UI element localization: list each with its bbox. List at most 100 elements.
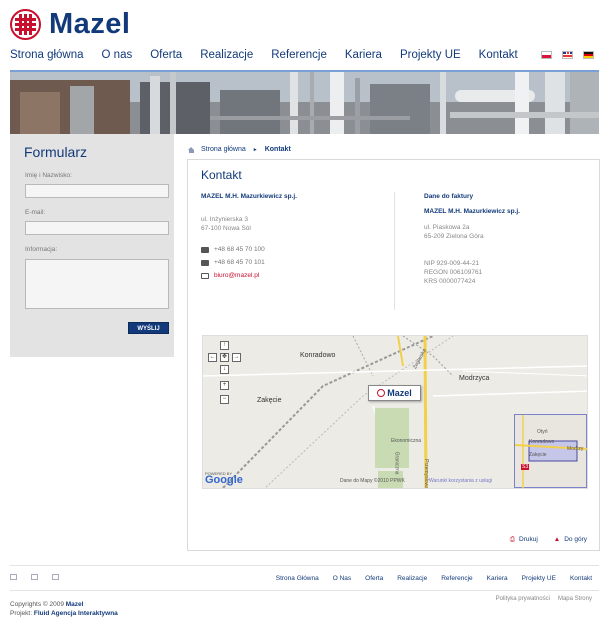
google-map[interactable]: ↑ ← ✥ → ↓ + − Konradowo Modrzyca Zakęcie… <box>202 335 588 489</box>
footer-nav-projekty-ue[interactable]: Projekty UE <box>522 575 556 582</box>
project-name[interactable]: Fluid Agencja Interaktywna <box>34 610 118 617</box>
info-textarea[interactable] <box>25 259 169 309</box>
phone-icon <box>201 246 209 253</box>
nav-strona-glowna[interactable]: Strona główna <box>10 49 84 61</box>
nav-o-nas[interactable]: O nas <box>102 49 133 61</box>
contact-form: Formularz Imię i Nazwisko: E-mail: Infor… <box>10 134 174 357</box>
overview-label-zakecie: Zakęcie <box>529 452 547 458</box>
footer-nav-oferta[interactable]: Oferta <box>365 575 383 582</box>
map-label-ekonomiczna: Ekonomiczna <box>391 438 422 444</box>
zoom-in-icon[interactable]: + <box>220 381 229 390</box>
footer-copyright: Copyrights © 2009 Mazel Projekt: Fluid A… <box>10 600 118 618</box>
overview-road-badge: S3 <box>521 464 530 470</box>
footer-nav-realizacje[interactable]: Realizacje <box>397 575 427 582</box>
nav-kontakt[interactable]: Kontakt <box>479 49 518 61</box>
nav-referencje[interactable]: Referencje <box>271 49 327 61</box>
footer-nav-kariera[interactable]: Kariera <box>487 575 508 582</box>
overview-roads <box>515 415 587 488</box>
company-name: MAZEL M.H. Mazurkiewicz sp.j. <box>201 193 297 200</box>
breadcrumb-home[interactable]: Strona główna <box>201 146 246 153</box>
footer-icons <box>10 574 59 580</box>
fax-number: +48 68 45 70 101 <box>214 259 265 266</box>
map-pin-marker[interactable]: Mazel <box>368 385 421 401</box>
nav-realizacje[interactable]: Realizacje <box>200 49 253 61</box>
overview-label-modrzyca: Modrzy <box>567 446 584 452</box>
print-label: Drukuj <box>519 536 538 543</box>
email-link[interactable]: biuro@mazel.pl <box>214 272 259 279</box>
content-tools: ⎙ Drukuj ▲ Do góry <box>510 536 587 544</box>
phone-row: +48 68 45 70 100 <box>201 246 265 253</box>
map-label-zakecie: Zakęcie <box>257 397 282 404</box>
map-label-modrzyca: Modrzyca <box>459 375 490 382</box>
breadcrumb: Strona główna ► Kontakt <box>188 146 291 153</box>
gb-flag-icon[interactable] <box>562 51 573 59</box>
footer-top-divider <box>10 565 599 566</box>
fax-icon <box>201 259 209 266</box>
zoom-out-icon[interactable]: − <box>220 395 229 404</box>
google-logo[interactable]: POWERED BY Google <box>205 471 243 486</box>
map-pin-label: Mazel <box>387 388 412 398</box>
nav-oferta[interactable]: Oferta <box>150 49 182 61</box>
home-icon[interactable] <box>10 574 17 580</box>
pan-up-icon[interactable]: ↑ <box>220 341 229 350</box>
logo-text: Mazel <box>49 7 131 40</box>
site-logo[interactable]: Mazel <box>10 8 130 40</box>
header-banner-image <box>10 72 599 134</box>
footer-bottom-divider <box>10 590 599 591</box>
mail-icon[interactable] <box>52 574 59 580</box>
page-title: Kontakt <box>201 168 242 182</box>
map-copyright: Dane do Mapy ©2010 PPWK <box>340 478 405 484</box>
fax-row: +48 68 45 70 101 <box>201 259 265 266</box>
footer-links: Polityka prywatności Mapa Strony <box>496 596 592 602</box>
map-label-konradowo: Konradowo <box>300 352 336 359</box>
breadcrumb-separator-icon: ► <box>252 146 258 153</box>
pan-down-icon[interactable]: ↓ <box>220 365 229 374</box>
form-title: Formularz <box>24 144 88 160</box>
sitemap-link[interactable]: Mapa Strony <box>558 596 592 602</box>
copyright-name: Mazel <box>65 601 84 608</box>
sitemap-icon[interactable] <box>31 574 38 580</box>
map-label-przemyslowa: Przemysłowa <box>422 459 429 489</box>
invoice-title: Dane do faktury <box>424 193 474 200</box>
de-flag-icon[interactable] <box>583 51 594 59</box>
mail-icon <box>201 272 209 279</box>
address-line2: 67-100 Nowa Sól <box>201 225 251 232</box>
footer-nav-kontakt[interactable]: Kontakt <box>570 575 592 582</box>
footer-nav-o-nas[interactable]: O Nas <box>333 575 351 582</box>
printer-icon: ⎙ <box>509 536 515 543</box>
name-input[interactable] <box>25 184 169 198</box>
pl-flag-icon[interactable] <box>541 51 552 59</box>
back-to-top-link[interactable]: ▲ Do góry <box>554 536 587 544</box>
mazel-pin-icon <box>377 389 386 397</box>
name-label: Imię i Nazwisko: <box>25 172 72 179</box>
overview-label-konradowo: Konradowo <box>529 439 555 445</box>
map-label-graniczna: Graniczna <box>393 451 400 475</box>
map-overview[interactable]: Otyń Konradowo Zakęcie Modrzy S3 <box>514 414 587 488</box>
email-input[interactable] <box>25 221 169 235</box>
project-prefix: Projekt: <box>10 610 33 617</box>
footer-nav: Strona Główna O Nas Oferta Realizacje Re… <box>276 575 592 582</box>
arrow-up-icon: ▲ <box>553 536 561 543</box>
map-terms-link[interactable]: Warunki korzystania z usługi <box>429 478 492 484</box>
overview-label-otyn: Otyń <box>537 429 548 435</box>
industrial-plant-illustration <box>10 72 599 134</box>
info-label: Informacja: <box>25 246 58 253</box>
email-row: biuro@mazel.pl <box>201 272 259 279</box>
pan-center-icon[interactable]: ✥ <box>220 353 229 362</box>
krs: KRS 0000077424 <box>424 278 476 285</box>
privacy-link[interactable]: Polityka prywatności <box>496 596 550 602</box>
google-label: Google <box>205 474 243 486</box>
footer-nav-strona-glowna[interactable]: Strona Główna <box>276 575 319 582</box>
home-icon <box>188 146 195 153</box>
pan-left-icon[interactable]: ← <box>208 353 217 362</box>
nav-projekty-ue[interactable]: Projekty UE <box>400 49 461 61</box>
language-switcher <box>541 51 594 59</box>
back-to-top-label: Do góry <box>564 536 587 543</box>
footer-nav-referencje[interactable]: Referencje <box>441 575 472 582</box>
email-label: E-mail: <box>25 209 46 216</box>
submit-button[interactable]: WYŚLIJ <box>128 322 169 334</box>
nav-kariera[interactable]: Kariera <box>345 49 382 61</box>
pan-right-icon[interactable]: → <box>232 353 241 362</box>
invoice-company: MAZEL M.H. Mazurkiewicz sp.j. <box>424 208 520 215</box>
print-link[interactable]: ⎙ Drukuj <box>510 536 538 544</box>
